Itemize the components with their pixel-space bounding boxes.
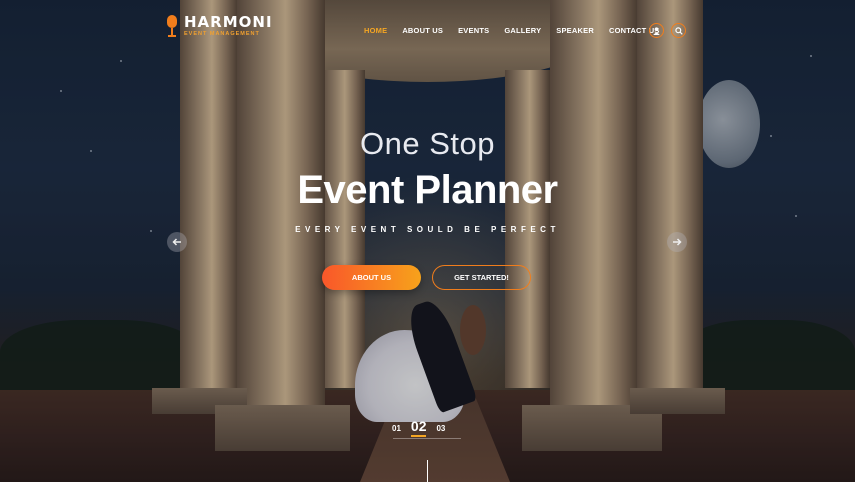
nav-item-gallery[interactable]: GALLERY	[504, 26, 541, 35]
arrow-right-icon[interactable]	[667, 232, 687, 252]
dark-overlay	[0, 0, 855, 482]
slide-pager: 01 02 03	[392, 418, 445, 437]
user-icon[interactable]	[649, 23, 664, 38]
hero-headline-bold: Event Planner	[297, 168, 558, 212]
slide-page-3[interactable]: 03	[436, 424, 445, 437]
hero-tagline: EVERY EVENT SOULD BE PERFECT	[295, 225, 560, 234]
slide-page-1[interactable]: 01	[392, 424, 401, 437]
hero-background	[0, 0, 855, 482]
slide-page-2-current[interactable]: 02	[410, 418, 426, 437]
main-nav: HOME ABOUT US EVENTS GALLERY SPEAKER CON…	[364, 26, 660, 35]
microphone-icon	[166, 15, 178, 37]
brand-tagline: EVENT MANAGEMENT	[184, 31, 260, 37]
nav-item-speaker[interactable]: SPEAKER	[556, 26, 594, 35]
scroll-indicator	[427, 460, 428, 482]
brand-name: HARMONI	[184, 13, 273, 31]
nav-item-about-us[interactable]: ABOUT US	[402, 26, 443, 35]
search-icon[interactable]	[671, 23, 686, 38]
pager-track	[393, 438, 461, 439]
nav-item-events[interactable]: EVENTS	[458, 26, 489, 35]
arrow-left-icon[interactable]	[167, 232, 187, 252]
brand-logo[interactable]: HARMONI EVENT MANAGEMENT	[166, 15, 273, 37]
nav-item-home[interactable]: HOME	[364, 26, 387, 35]
get-started-button[interactable]: GET STARTED!	[432, 265, 531, 290]
about-us-button[interactable]: ABOUT US	[322, 265, 421, 290]
hero-headline-light: One Stop	[360, 126, 495, 161]
